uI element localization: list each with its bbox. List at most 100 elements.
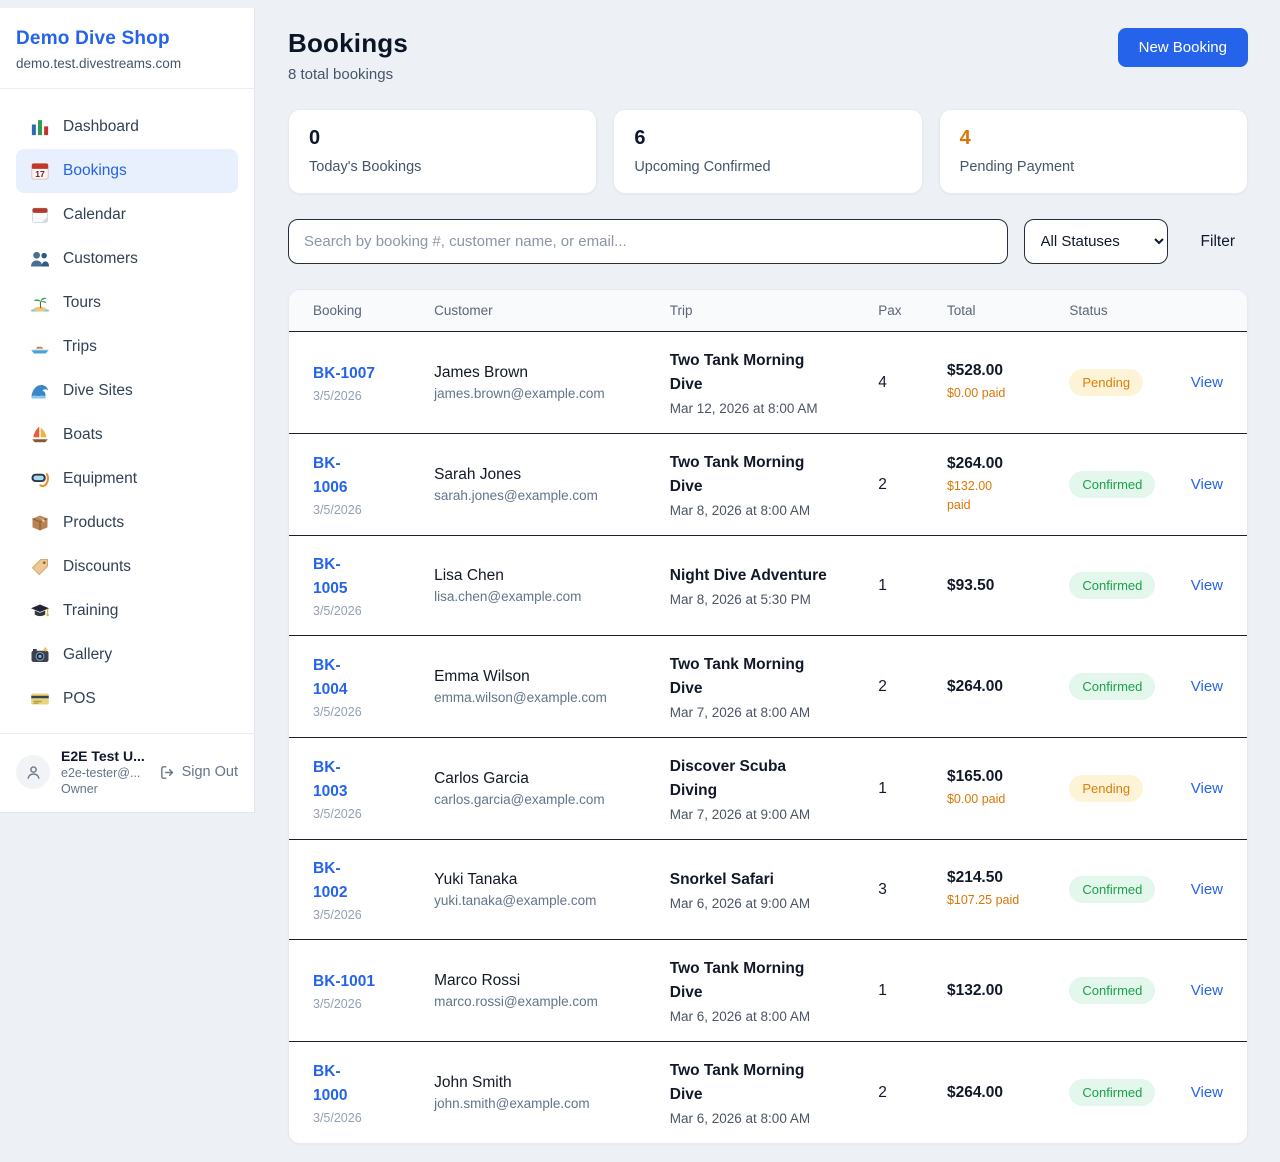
customer-name: James Brown	[434, 364, 646, 382]
trip-name: Night Dive Adventure	[670, 564, 828, 588]
booking-id-link[interactable]: BK- 1006	[313, 452, 347, 500]
booking-id-link[interactable]: BK- 1004	[313, 654, 347, 702]
sidebar-item-pos[interactable]: POS	[16, 677, 238, 721]
search-input[interactable]	[288, 219, 1008, 264]
column-header-actions	[1179, 290, 1247, 332]
sidebar-item-trips[interactable]: Trips	[16, 325, 238, 369]
tag-icon	[30, 557, 50, 577]
sidebar-item-boats[interactable]: Boats	[16, 413, 238, 457]
sidebar-item-products[interactable]: Products	[16, 501, 238, 545]
sidebar-item-label: Bookings	[63, 162, 127, 180]
status-badge: Confirmed	[1069, 572, 1155, 599]
view-link[interactable]: View	[1191, 374, 1223, 391]
booking-id-link[interactable]: BK- 1003	[313, 756, 347, 804]
total-cell: $264.00	[935, 636, 1057, 738]
booking-date: 3/5/2026	[313, 997, 410, 1011]
avatar	[16, 755, 50, 789]
stat-card-pending-payment: 4Pending Payment	[939, 109, 1248, 194]
user-email: e2e-tester@...	[61, 766, 145, 780]
total-amount: $93.50	[947, 577, 1045, 595]
sidebar-nav: Dashboard 17BookingsCalendar Customers Tour…	[0, 89, 254, 733]
total-amount: $214.50	[947, 869, 1045, 887]
customer-email: marco.rossi@example.com	[434, 994, 646, 1009]
trip-cell: Snorkel Safari Mar 6, 2026 at 9:00 AM	[658, 840, 867, 940]
view-link[interactable]: View	[1191, 780, 1223, 797]
booking-id-link[interactable]: BK-1007	[313, 362, 375, 386]
trip-cell: Two Tank Morning Dive Mar 6, 2026 at 8:0…	[658, 940, 867, 1042]
sidebar-item-tours[interactable]: Tours	[16, 281, 238, 325]
customer-name: Sarah Jones	[434, 466, 646, 484]
trip-datetime: Mar 6, 2026 at 8:00 AM	[670, 1009, 855, 1024]
sidebar-item-bookings[interactable]: 17Bookings	[16, 149, 238, 193]
bookings-table: BookingCustomerTripPaxTotalStatus BK-100…	[289, 290, 1247, 1143]
stat-label: Pending Payment	[960, 159, 1227, 175]
action-cell: View	[1179, 840, 1247, 940]
sidebar-item-label: Customers	[63, 250, 138, 268]
customer-name: Emma Wilson	[434, 668, 646, 686]
pax-cell: 2	[866, 1042, 935, 1144]
booking-date: 3/5/2026	[313, 604, 410, 618]
sidebar-item-dashboard[interactable]: Dashboard	[16, 105, 238, 149]
sign-out-button[interactable]: Sign Out	[159, 764, 238, 781]
total-cell: $165.00 $0.00 paid	[935, 738, 1057, 840]
status-cell: Confirmed	[1057, 636, 1178, 738]
view-link[interactable]: View	[1191, 577, 1223, 594]
sidebar-item-label: Equipment	[63, 470, 137, 488]
bookings-table-card: BookingCustomerTripPaxTotalStatus BK-100…	[288, 289, 1248, 1144]
stat-cards: 0Today's Bookings6Upcoming Confirmed4Pen…	[288, 109, 1248, 194]
customer-name: John Smith	[434, 1074, 646, 1092]
sidebar-item-dive-sites[interactable]: Dive Sites	[16, 369, 238, 413]
status-cell: Confirmed	[1057, 1042, 1178, 1144]
view-link[interactable]: View	[1191, 982, 1223, 999]
main-content: Bookings 8 total bookings New Booking 0T…	[255, 0, 1280, 1144]
booking-id-link[interactable]: BK- 1000	[313, 1060, 347, 1108]
island-icon	[30, 293, 50, 313]
table-header-row: BookingCustomerTripPaxTotalStatus	[289, 290, 1247, 332]
status-select[interactable]: All Statuses	[1024, 219, 1168, 264]
status-badge: Pending	[1069, 369, 1143, 396]
user-footer: E2E Test U... e2e-tester@... Owner Sign …	[0, 733, 254, 812]
paid-amount: $0.00 paid	[947, 384, 1045, 403]
view-link[interactable]: View	[1191, 678, 1223, 695]
view-link[interactable]: View	[1191, 476, 1223, 493]
booking-cell: BK-1001 3/5/2026	[289, 940, 422, 1042]
customer-name: Carlos Garcia	[434, 770, 646, 788]
trip-cell: Night Dive Adventure Mar 8, 2026 at 5:30…	[658, 536, 867, 636]
paid-amount: $132.00 paid	[947, 477, 1045, 515]
trip-name: Two Tank Morning Dive	[670, 653, 828, 701]
sidebar-item-discounts[interactable]: Discounts	[16, 545, 238, 589]
box-icon	[30, 513, 50, 533]
view-link[interactable]: View	[1191, 1084, 1223, 1101]
sidebar-item-customers[interactable]: Customers	[16, 237, 238, 281]
column-header-status: Status	[1057, 290, 1178, 332]
trip-name: Two Tank Morning Dive	[670, 349, 828, 397]
sidebar-item-calendar[interactable]: Calendar	[16, 193, 238, 237]
pax-cell: 1	[866, 738, 935, 840]
total-cell: $214.50 $107.25 paid	[935, 840, 1057, 940]
filter-button[interactable]: Filter	[1188, 233, 1248, 251]
filter-bar: All Statuses Filter	[288, 219, 1248, 264]
total-amount: $165.00	[947, 768, 1045, 786]
dive-mask-icon	[30, 469, 50, 489]
pax-cell: 2	[866, 636, 935, 738]
sidebar-item-training[interactable]: Training	[16, 589, 238, 633]
customer-cell: Yuki Tanaka yuki.tanaka@example.com	[422, 840, 658, 940]
sidebar-item-equipment[interactable]: Equipment	[16, 457, 238, 501]
sidebar-item-label: Dashboard	[63, 118, 139, 136]
column-header-pax: Pax	[866, 290, 935, 332]
stat-label: Upcoming Confirmed	[634, 159, 901, 175]
new-booking-button[interactable]: New Booking	[1118, 28, 1248, 67]
trip-name: Discover Scuba Diving	[670, 755, 828, 803]
user-role: Owner	[61, 782, 145, 796]
booking-id-link[interactable]: BK-1001	[313, 970, 375, 994]
booking-id-link[interactable]: BK- 1005	[313, 553, 347, 601]
action-cell: View	[1179, 738, 1247, 840]
sidebar-item-gallery[interactable]: Gallery	[16, 633, 238, 677]
booking-id-link[interactable]: BK- 1002	[313, 857, 347, 905]
booking-date: 3/5/2026	[313, 908, 410, 922]
view-link[interactable]: View	[1191, 881, 1223, 898]
trip-cell: Two Tank Morning Dive Mar 6, 2026 at 8:0…	[658, 1042, 867, 1144]
paid-amount: $0.00 paid	[947, 790, 1045, 809]
customer-cell: Marco Rossi marco.rossi@example.com	[422, 940, 658, 1042]
table-row: BK-1007 3/5/2026 James Brown james.brown…	[289, 332, 1247, 434]
